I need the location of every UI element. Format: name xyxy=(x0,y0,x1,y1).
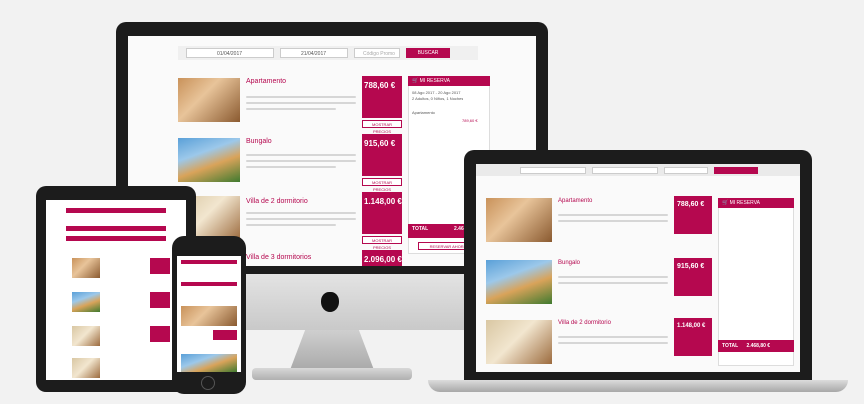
listing-1-photo xyxy=(178,78,240,122)
listing-3-title[interactable]: Villa de 2 dormitorio xyxy=(246,198,308,205)
apple-logo-icon xyxy=(321,292,339,312)
cart-item-1-price: 789,60 € xyxy=(462,118,478,123)
search-button[interactable]: BUSCAR xyxy=(406,48,450,58)
listing-1-price: 788,60 € xyxy=(364,81,396,90)
checkout-input[interactable]: 21/04/2017 xyxy=(280,48,348,58)
cart-dates: 08 Ago 2017 - 20 Ago 2017 xyxy=(412,90,461,95)
listing-3-show-prices-button[interactable]: MOSTRAR PRECIOS xyxy=(362,236,402,250)
laptop-checkout[interactable] xyxy=(592,167,658,174)
cart-total-label: TOTAL xyxy=(412,226,429,232)
listing-3-price: 1.148,00 € xyxy=(364,197,402,206)
listing-4-price: 2.096,00 € xyxy=(364,255,402,264)
listing-2-title[interactable]: Bungalo xyxy=(246,138,272,145)
cart-header: 🛒 MI RESERVA xyxy=(408,76,490,86)
listing-2-price: 915,60 € xyxy=(364,139,396,148)
laptop-screen: Apartamento 788,60 € Bungalo 915,60 € Vi… xyxy=(476,164,800,372)
imac-stand-base xyxy=(252,368,412,380)
listing-1-show-prices-button[interactable]: MOSTRAR PRECIOS xyxy=(362,120,402,134)
tablet-screen xyxy=(46,200,186,380)
laptop-checkin[interactable] xyxy=(520,167,586,174)
listing-2-show-prices-button[interactable]: MOSTRAR PRECIOS xyxy=(362,178,402,192)
imac-stand xyxy=(290,330,374,370)
listing-1-title[interactable]: Apartamento xyxy=(246,78,286,85)
cart-guests: 2 Adultos, 0 Niños, 1 Noches xyxy=(412,96,464,101)
promo-input[interactable]: Código Promo xyxy=(354,48,400,58)
laptop-base xyxy=(428,380,848,392)
phone-home-button[interactable] xyxy=(201,376,215,390)
phone-device xyxy=(172,236,246,394)
cart-icon: 🛒 xyxy=(412,78,419,84)
checkin-input[interactable]: 01/04/2017 xyxy=(186,48,274,58)
phone-screen xyxy=(177,256,241,372)
listing-2-photo xyxy=(178,138,240,182)
listing-4-title[interactable]: Villa de 3 dormitorios xyxy=(246,254,311,261)
laptop-device: Apartamento 788,60 € Bungalo 915,60 € Vi… xyxy=(464,150,812,382)
cart-item-1: Apartamento xyxy=(412,110,435,115)
laptop-promo[interactable] xyxy=(664,167,708,174)
cart-title: MI RESERVA xyxy=(419,78,451,84)
laptop-search-button[interactable] xyxy=(714,167,758,174)
